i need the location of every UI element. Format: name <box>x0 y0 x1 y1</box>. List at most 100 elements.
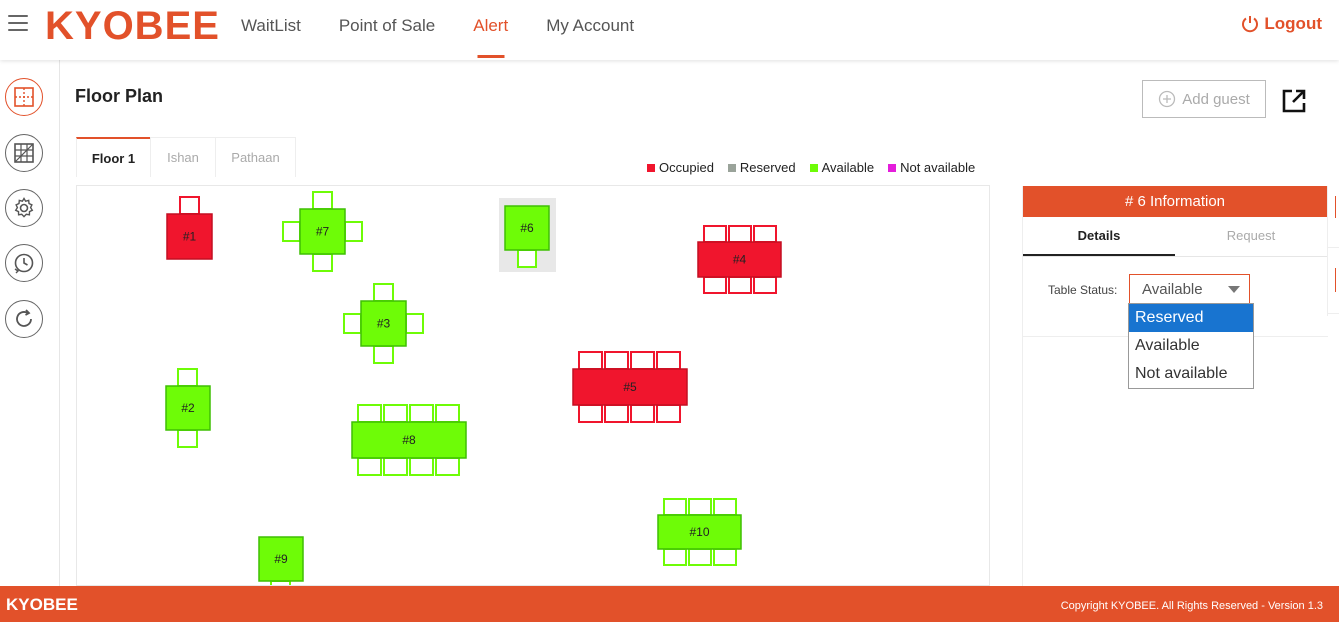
table-status-label: Table Status: <box>1048 283 1118 297</box>
legend-swatch <box>727 163 736 172</box>
tab-ishan[interactable]: Ishan <box>150 137 216 177</box>
chair <box>656 351 681 370</box>
table-2[interactable]: #2 <box>165 368 211 448</box>
legend-label: Reserved <box>739 160 796 175</box>
chair <box>179 196 200 215</box>
logout-button[interactable]: Logout <box>1240 14 1322 34</box>
chair <box>713 498 737 516</box>
chair <box>282 221 301 242</box>
floor-plan-icon <box>14 87 34 107</box>
legend-swatch <box>647 163 655 172</box>
chair <box>409 404 434 423</box>
table-4[interactable]: #4 <box>697 225 782 294</box>
chair <box>373 345 394 364</box>
chair <box>688 498 712 516</box>
chair <box>753 276 777 294</box>
tab-details[interactable]: Details <box>1023 217 1175 256</box>
hamburger-menu-icon[interactable] <box>8 15 28 33</box>
gear-icon <box>14 197 34 218</box>
chair <box>435 457 460 476</box>
info-tabs: Details Request <box>1023 217 1327 257</box>
footer-brand: KYOBEE <box>6 595 78 614</box>
edge-tab-1[interactable] <box>1328 186 1339 248</box>
chair <box>703 225 727 243</box>
chair <box>753 225 777 243</box>
footer-copyright: Copyright KYOBEE. All Rights Reserved - … <box>1060 600 1323 612</box>
chair <box>357 404 382 423</box>
table-1[interactable]: #1 <box>166 196 213 260</box>
chair <box>578 404 603 423</box>
chair <box>312 191 333 210</box>
chair <box>604 351 629 370</box>
table-5[interactable]: #5 <box>572 351 688 423</box>
add-guest-label: Add guest <box>1182 90 1250 108</box>
floor-plan-canvas: #1 #7 #6 #4 #3 #2 #5 #8 #10 #9 <box>76 185 990 586</box>
chair <box>312 253 333 272</box>
table-10[interactable]: #10 <box>657 498 742 566</box>
chair <box>409 457 434 476</box>
table-label: #5 <box>623 380 637 394</box>
plus-circle-icon <box>1159 90 1176 108</box>
legend-available: Available <box>809 160 875 175</box>
chevron-down-icon <box>1228 286 1240 293</box>
status-option-not-available[interactable]: Not available <box>1129 360 1253 388</box>
sidebar-floor-plan[interactable] <box>5 78 43 116</box>
chair <box>630 404 655 423</box>
sidebar-floor-grid[interactable] <box>5 134 43 172</box>
table-label: #6 <box>520 221 534 235</box>
chair <box>663 548 687 566</box>
tab-request[interactable]: Request <box>1175 217 1327 256</box>
legend-not-available: Not available <box>888 160 975 175</box>
table-status-select[interactable]: Available <box>1129 274 1250 305</box>
left-sidebar <box>0 60 60 586</box>
brand-logo[interactable]: KYOBEE <box>45 4 220 49</box>
chair <box>373 283 394 302</box>
info-header: # 6 Information <box>1023 186 1327 217</box>
status-option-available[interactable]: Available <box>1129 332 1253 360</box>
refresh-icon <box>16 309 32 327</box>
sidebar-refresh[interactable] <box>5 300 43 338</box>
chair <box>383 404 408 423</box>
table-label: #9 <box>274 552 288 566</box>
footer: KYOBEE Copyright KYOBEE. All Rights Rese… <box>0 586 1339 622</box>
table-9[interactable]: #9 <box>258 536 304 586</box>
table-info-panel: # 6 Information Details Request Table St… <box>1022 186 1328 586</box>
chair <box>656 404 681 423</box>
nav-point-of-sale[interactable]: Point of Sale <box>320 0 454 60</box>
legend-label: Not available <box>900 160 976 175</box>
page-title: Floor Plan <box>75 86 164 106</box>
edge-tab-2[interactable] <box>1328 248 1339 314</box>
legend-label: Occupied <box>659 160 714 175</box>
legend-occupied: Occupied <box>647 160 714 175</box>
chair <box>344 221 363 242</box>
floor-tabs: Floor 1 Ishan Pathaan <box>76 137 296 177</box>
chair <box>357 457 382 476</box>
legend-label: Available <box>821 160 875 175</box>
table-7[interactable]: #7 <box>282 191 363 272</box>
chair <box>604 404 629 423</box>
edge-tab-marker <box>1335 268 1336 292</box>
table-label: #8 <box>402 433 416 447</box>
sidebar-settings[interactable] <box>5 189 43 227</box>
table-6[interactable]: #6 <box>499 198 556 272</box>
chair <box>435 404 460 423</box>
status-legend: Occupied Reserved Available Not availabl… <box>647 160 975 175</box>
sidebar-history[interactable] <box>5 244 43 282</box>
add-guest-button[interactable]: Add guest <box>1142 80 1266 118</box>
nav-my-account[interactable]: My Account <box>527 0 653 60</box>
tab-pathaan[interactable]: Pathaan <box>215 137 296 177</box>
table-3[interactable]: #3 <box>343 283 424 364</box>
table-8[interactable]: #8 <box>351 404 467 476</box>
chair <box>728 225 752 243</box>
chair <box>630 351 655 370</box>
chair <box>383 457 408 476</box>
external-link-icon[interactable] <box>1281 88 1307 114</box>
nav-alert[interactable]: Alert <box>454 0 527 60</box>
nav-waitlist[interactable]: WaitList <box>222 0 320 60</box>
floor-grid-icon <box>14 143 34 163</box>
status-option-reserved[interactable]: Reserved <box>1129 304 1253 332</box>
table-label: #7 <box>316 225 330 239</box>
chair <box>713 548 737 566</box>
chair <box>177 368 198 387</box>
tab-floor-1[interactable]: Floor 1 <box>76 137 151 177</box>
